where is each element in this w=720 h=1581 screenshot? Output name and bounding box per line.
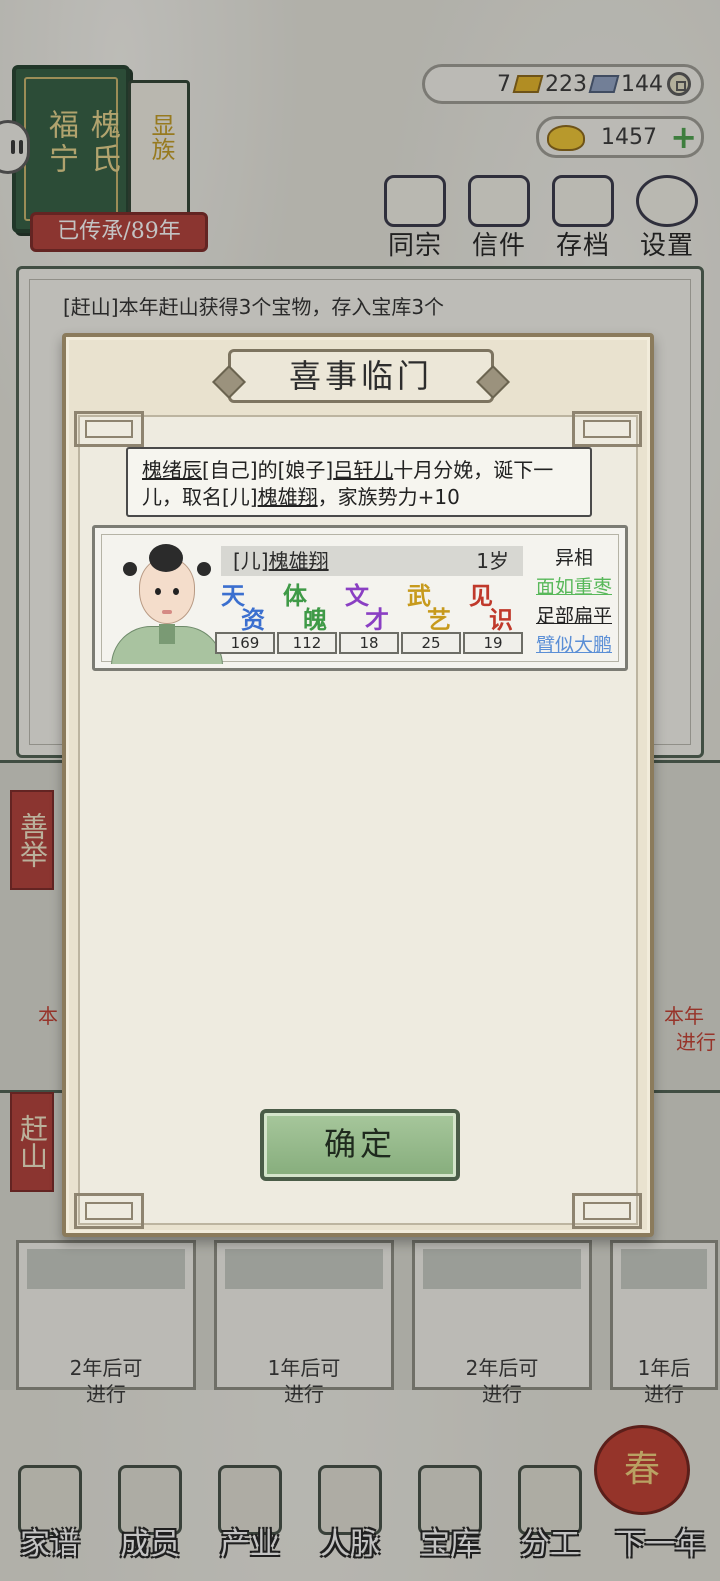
traits-header: 异相: [554, 547, 593, 569]
child-name-link[interactable]: 槐雄翔: [258, 485, 318, 509]
portrait-hair-bun: [123, 562, 137, 576]
parent-name-link[interactable]: 槐绪辰: [142, 458, 202, 482]
event-text: ，家族势力+10: [317, 485, 460, 509]
stat-name-char: 资: [241, 605, 265, 634]
child-portrait: [111, 540, 223, 664]
trait-3[interactable]: 臂似大鹏: [531, 631, 617, 660]
character-name[interactable]: 槐雄翔: [269, 549, 329, 573]
stat-column: 体魄 112: [277, 584, 337, 654]
lattice-corner-icon: [572, 1193, 642, 1229]
diamond-ornament-icon: [212, 365, 246, 399]
lattice-corner-icon: [572, 411, 642, 447]
stat-name-char: 魄: [303, 605, 327, 634]
confirm-button[interactable]: 确定: [260, 1109, 460, 1181]
dialog-title: 喜事临门: [288, 357, 433, 395]
dialog-title-bar: 喜事临门: [212, 349, 510, 403]
stat-column: 武艺 25: [401, 584, 461, 654]
trait-2[interactable]: 足部扁平: [531, 602, 617, 631]
stat-name-char: 识: [489, 605, 513, 634]
event-text: [自己]的[娘子]: [202, 458, 334, 482]
stat-value: 112: [277, 632, 337, 654]
stat-column: 见识 19: [463, 584, 523, 654]
portrait-eye: [155, 588, 161, 595]
character-relation: [儿]: [233, 549, 269, 573]
joyful-event-dialog: 喜事临门 槐绪辰[自己]的[娘子]吕轩儿十月分娩，诞下一儿，取名[儿]槐雄翔，家…: [62, 333, 654, 1237]
event-description: 槐绪辰[自己]的[娘子]吕轩儿十月分娩，诞下一儿，取名[儿]槐雄翔，家族势力+1…: [126, 447, 592, 517]
lattice-corner-icon: [74, 1193, 144, 1229]
portrait-hair-bun: [197, 562, 211, 576]
stat-name-char: 才: [365, 605, 389, 634]
portrait-mouth: [162, 610, 172, 614]
stat-value: 18: [339, 632, 399, 654]
character-age: 1岁: [476, 549, 509, 573]
portrait-eye: [173, 588, 179, 595]
stat-column: 文才 18: [339, 584, 399, 654]
character-name-bar: [儿]槐雄翔 1岁: [221, 546, 523, 576]
stat-value: 169: [215, 632, 275, 654]
trait-1[interactable]: 面如重枣: [531, 573, 617, 602]
character-traits: 异相 面如重枣 足部扁平 臂似大鹏: [531, 544, 617, 660]
stat-name-char: 艺: [427, 605, 451, 634]
stat-value: 25: [401, 632, 461, 654]
character-card[interactable]: [儿]槐雄翔 1岁 天资 169 体魄 112 文才 18 武艺 25 见识 19 异相 面如重枣…: [92, 525, 628, 671]
portrait-hair: [149, 544, 183, 572]
lattice-corner-icon: [74, 411, 144, 447]
spouse-name-link[interactable]: 吕轩儿: [333, 458, 393, 482]
diamond-ornament-icon: [476, 365, 510, 399]
portrait-collar: [159, 624, 175, 644]
stat-value: 19: [463, 632, 523, 654]
stat-column: 天资 169: [215, 584, 275, 654]
